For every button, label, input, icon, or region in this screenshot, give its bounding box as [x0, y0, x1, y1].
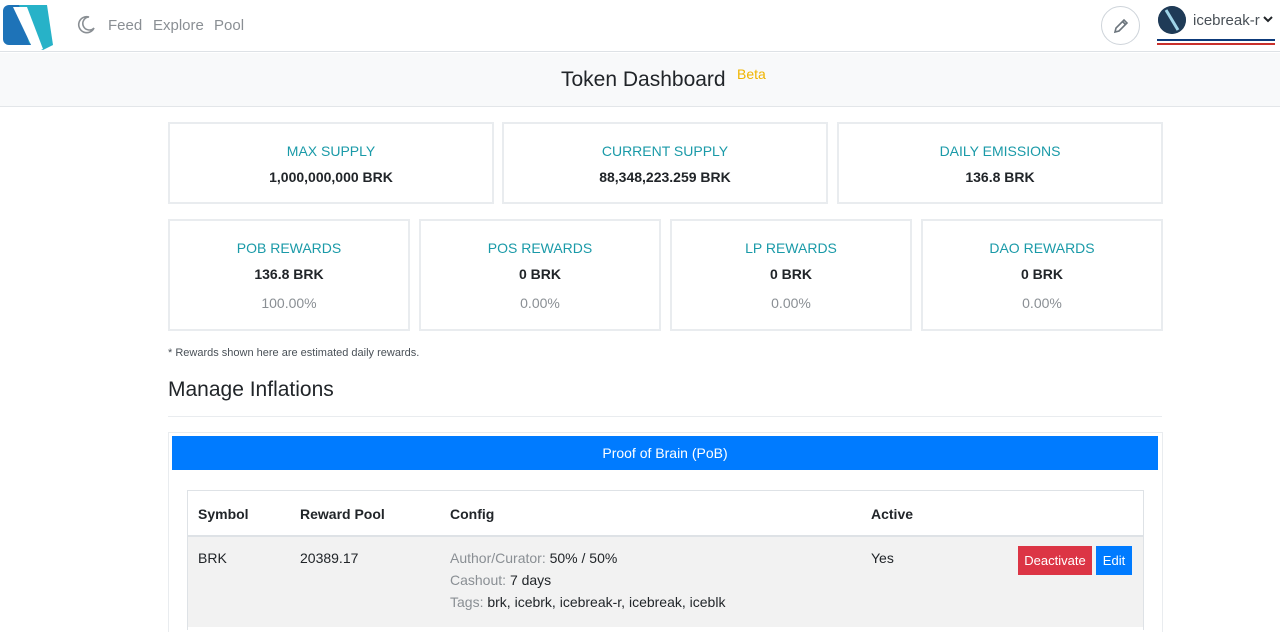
config-cashout: Cashout: 7 days: [450, 572, 551, 588]
card-value: 0 BRK: [769, 266, 812, 282]
section-title: Manage Inflations: [168, 378, 334, 401]
current-supply-card: CURRENT SUPPLY 88,348,223.259 BRK: [502, 122, 828, 204]
config-value: 50% / 50%: [549, 550, 618, 566]
row-active: Yes: [871, 550, 894, 566]
top-navbar: Feed Explore Pool icebreak-r: [0, 0, 1280, 52]
pos-rewards-card: POS REWARDS 0 BRK 0.00%: [419, 219, 661, 331]
card-label: DAILY EMISSIONS: [939, 143, 1061, 159]
column-header-active: Active: [871, 506, 914, 522]
moon-icon[interactable]: [76, 15, 96, 35]
nav-pool-link[interactable]: Pool: [214, 17, 244, 34]
card-value: 1,000,000,000 BRK: [269, 169, 393, 185]
column-header-reward-pool: Reward Pool: [300, 506, 385, 522]
nav-explore-link[interactable]: Explore: [153, 17, 204, 34]
divider: [168, 416, 1162, 417]
card-label: DAO REWARDS: [989, 240, 1095, 256]
rewards-note: * Rewards shown here are estimated daily…: [168, 347, 420, 359]
card-label: LP REWARDS: [745, 240, 837, 256]
card-label: POS REWARDS: [487, 240, 593, 256]
nav-feed-link[interactable]: Feed: [108, 17, 142, 34]
pencil-icon: [1113, 18, 1128, 33]
card-percent: 100.00%: [261, 295, 317, 311]
pob-header-bar[interactable]: Proof of Brain (PoB): [172, 436, 1158, 470]
config-tags: Tags: brk, icebrk, icebreak-r, icebreak,…: [450, 594, 725, 610]
config-author-curator: Author/Curator: 50% / 50%: [450, 550, 617, 566]
app-logo[interactable]: [3, 3, 54, 50]
card-label: MAX SUPPLY: [286, 143, 376, 159]
pob-rewards-card: POB REWARDS 136.8 BRK 100.00%: [168, 219, 410, 331]
beta-badge: Beta: [737, 66, 766, 82]
card-value: 0 BRK: [518, 266, 561, 282]
deactivate-button[interactable]: Deactivate: [1018, 546, 1092, 575]
config-key: Cashout:: [450, 572, 507, 588]
compose-button[interactable]: [1101, 6, 1140, 45]
row-symbol: BRK: [198, 550, 227, 566]
dao-rewards-card: DAO REWARDS 0 BRK 0.00%: [921, 219, 1163, 331]
row-reward-pool: 20389.17: [300, 550, 359, 566]
card-label: CURRENT SUPPLY: [601, 143, 729, 159]
card-percent: 0.00%: [771, 295, 811, 311]
lp-rewards-card: LP REWARDS 0 BRK 0.00%: [670, 219, 912, 331]
max-supply-card: MAX SUPPLY 1,000,000,000 BRK: [168, 122, 494, 204]
card-value: 136.8 BRK: [254, 266, 324, 282]
column-header-symbol: Symbol: [198, 506, 249, 522]
config-value: brk, icebrk, icebreak-r, icebreak, icebl…: [487, 594, 726, 610]
card-percent: 0.00%: [1022, 295, 1062, 311]
config-key: Author/Curator:: [450, 550, 546, 566]
card-percent: 0.00%: [520, 295, 560, 311]
column-header-config: Config: [450, 506, 495, 522]
page-title: Token Dashboard: [561, 68, 726, 91]
config-key: Tags:: [450, 594, 484, 610]
daily-emissions-card: DAILY EMISSIONS 136.8 BRK: [837, 122, 1163, 204]
card-value: 136.8 BRK: [965, 169, 1035, 185]
chevron-down-icon[interactable]: [1262, 13, 1274, 25]
avatar[interactable]: [1158, 6, 1186, 34]
card-value: 0 BRK: [1020, 266, 1063, 282]
user-underline-blue: [1157, 39, 1275, 41]
config-value: 7 days: [509, 572, 552, 588]
card-value: 88,348,223.259 BRK: [599, 169, 731, 185]
card-label: POB REWARDS: [236, 240, 342, 256]
edit-button[interactable]: Edit: [1096, 546, 1132, 575]
user-underline-red: [1157, 43, 1275, 45]
username-label[interactable]: icebreak-r: [1193, 12, 1260, 29]
